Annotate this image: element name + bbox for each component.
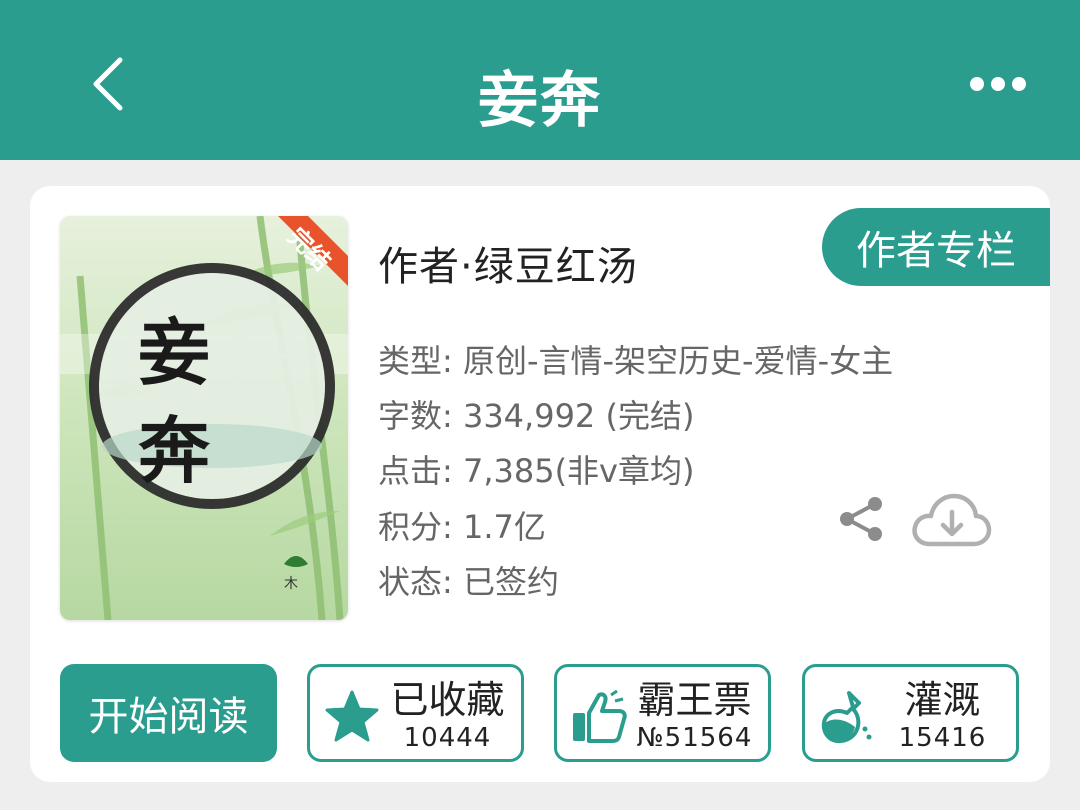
page-title: 妾奔 [478,66,602,136]
vote-button[interactable]: 霸王票 №51564 [554,664,771,762]
favorite-button[interactable]: 已收藏 10444 [307,664,524,762]
meta-word-count: 字数: 334,992 (完结) [378,397,695,435]
app-bar: 妾奔 [0,0,1080,160]
star-icon [325,690,379,742]
meta-type: 类型: 原创-言情-架空历史-爱情-女主 [378,342,894,380]
more-button[interactable] [960,64,1036,104]
author-column-button[interactable]: 作者专栏 [822,208,1050,286]
cover-title-char: 妾 [138,310,211,395]
favorite-label: 已收藏 [390,678,505,722]
vote-label: 霸王票 [637,678,752,722]
more-horizontal-icon [970,77,1026,91]
meta-status: 状态: 已签约 [378,563,559,601]
book-info-card: 木 妾 奔 完结 作者·绿豆红汤 作者专栏 类型: 原创-言情-架空历史-爱情-… [30,186,1050,782]
water-count: 15416 [898,723,987,753]
water-button[interactable]: 灌溉 15416 [802,664,1019,762]
thumbs-up-icon [573,689,627,743]
cover-title-char: 奔 [138,408,211,493]
svg-text:木: 木 [284,576,298,592]
book-cover[interactable]: 木 妾 奔 完结 [60,216,348,620]
flask-icon [821,691,872,744]
favorite-count: 10444 [403,723,492,753]
author-name[interactable]: 作者·绿豆红汤 [378,234,638,292]
meta-clicks: 点击: 7,385(非v章均) [378,452,695,490]
water-label: 灌溉 [904,678,981,722]
meta-score: 积分: 1.7亿 [378,508,546,546]
vote-count: №51564 [636,723,753,753]
cloud-download-icon[interactable] [910,486,992,552]
start-reading-button[interactable]: 开始阅读 [60,664,277,762]
share-icon[interactable] [836,494,886,544]
